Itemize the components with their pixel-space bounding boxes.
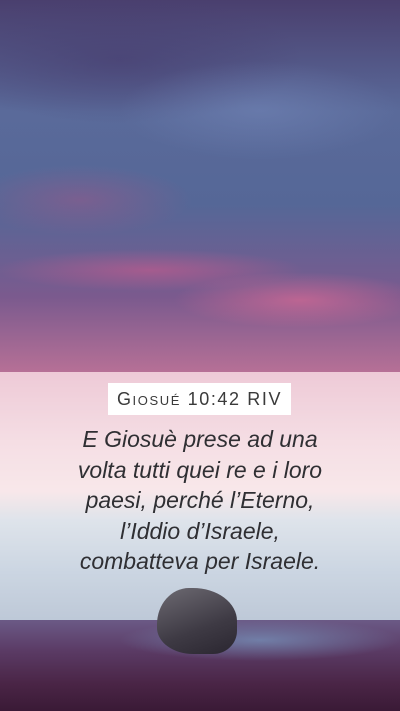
verse-reference-box: Giosué 10:42 RIV [108, 383, 291, 415]
rock [157, 588, 237, 654]
verse-reference: Giosué 10:42 RIV [116, 388, 283, 409]
verse-text: E Giosuè prese ad una volta tutti quei r… [77, 426, 323, 574]
sky-clouds [0, 0, 400, 372]
background-photo [0, 0, 400, 711]
